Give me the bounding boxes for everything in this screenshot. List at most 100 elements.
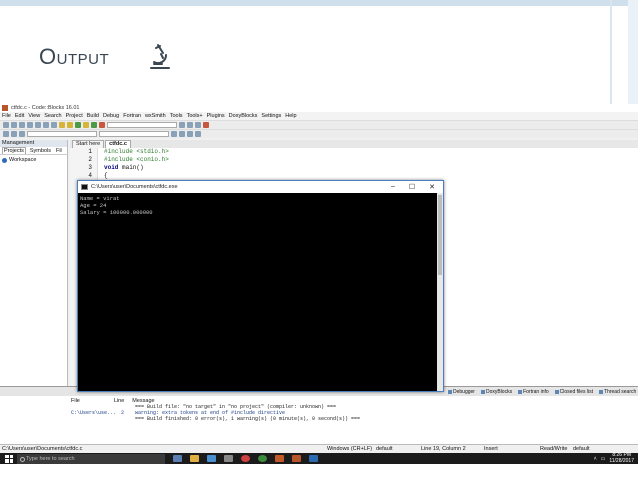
- step-into-icon[interactable]: [195, 122, 201, 128]
- replace-icon[interactable]: [67, 122, 73, 128]
- copy-icon[interactable]: [43, 122, 49, 128]
- log-tab[interactable]: Debugger: [448, 389, 475, 395]
- line-number: 2: [88, 156, 92, 163]
- menu-tools-plus[interactable]: Tools+: [187, 113, 203, 119]
- line-number: 1: [88, 148, 92, 155]
- tab-projects[interactable]: Projects: [2, 147, 26, 154]
- console-scrollbar[interactable]: [437, 193, 443, 391]
- status-path: C:\Users\user\Documents\ctfdc.c: [2, 446, 83, 452]
- save-all-icon[interactable]: [27, 122, 33, 128]
- menu-debug[interactable]: Debug: [103, 113, 119, 119]
- log-tab[interactable]: DoxyBlocks: [481, 389, 512, 395]
- menu-doxyblocks[interactable]: DoxyBlocks: [229, 113, 258, 119]
- highlight-icon[interactable]: [187, 131, 193, 137]
- paste-icon[interactable]: [51, 122, 57, 128]
- keyword: void: [104, 164, 119, 171]
- new-file-icon[interactable]: [3, 122, 9, 128]
- app-icon[interactable]: [224, 455, 233, 462]
- menu-tools[interactable]: Tools: [170, 113, 183, 119]
- console-line: Name = virat: [80, 195, 120, 202]
- task-view-icon[interactable]: [173, 455, 182, 462]
- log-tab[interactable]: Fortran info: [518, 389, 549, 395]
- file-explorer-icon[interactable]: [190, 455, 199, 462]
- scrollbar-thumb[interactable]: [438, 195, 442, 275]
- management-header: Management: [0, 140, 67, 147]
- bookmark-icon[interactable]: [19, 131, 25, 137]
- stop-debug-icon[interactable]: [203, 122, 209, 128]
- save-icon[interactable]: [19, 122, 25, 128]
- tab-start-here[interactable]: Start here: [72, 140, 105, 148]
- workspace-label: Workspace: [9, 157, 37, 163]
- menu-plugins[interactable]: Plugins: [207, 113, 225, 119]
- workspace-node[interactable]: Workspace: [0, 155, 67, 165]
- toolbar-row-1: [0, 120, 638, 129]
- taskbar-search[interactable]: Type here to search: [17, 453, 165, 464]
- minimize-icon[interactable]: –: [391, 183, 395, 191]
- windows-taskbar: Type here to search ˄ ▭ 8:26 PM 11/28/20…: [0, 452, 638, 464]
- code-line: #include <conio.h>: [104, 156, 169, 163]
- line-number: 3: [88, 164, 92, 171]
- debug-icon[interactable]: [179, 122, 185, 128]
- line-number: 4: [88, 172, 92, 179]
- menu-settings[interactable]: Settings: [261, 113, 281, 119]
- jump-back-icon[interactable]: [3, 131, 9, 137]
- tray-arrow-icon[interactable]: ˄: [594, 456, 597, 462]
- menu-file[interactable]: File: [2, 113, 11, 119]
- log-tab[interactable]: Thread search: [599, 389, 636, 395]
- maximize-icon[interactable]: ☐: [409, 183, 415, 191]
- chrome-icon[interactable]: [258, 455, 267, 462]
- menu-build[interactable]: Build: [87, 113, 99, 119]
- jump-forward-icon[interactable]: [11, 131, 17, 137]
- function-select[interactable]: [99, 131, 169, 137]
- management-tabs: Projects Symbols Fil: [0, 147, 67, 155]
- tab-ctfdc[interactable]: ctfdc.c: [105, 140, 131, 148]
- abort-icon[interactable]: [99, 122, 105, 128]
- opera-icon[interactable]: [241, 455, 250, 462]
- tab-files[interactable]: Fil: [55, 148, 63, 154]
- window-controls: – ☐ ✕: [391, 183, 443, 191]
- run-icon[interactable]: [75, 122, 81, 128]
- match-case-icon[interactable]: [171, 131, 177, 137]
- menu-project[interactable]: Project: [66, 113, 83, 119]
- logs-panel: Debugger DoxyBlocks Fortran info Closed …: [0, 386, 638, 444]
- close-icon[interactable]: ✕: [429, 183, 435, 191]
- store-icon[interactable]: [207, 455, 216, 462]
- status-eol: Windows (CR+LF): [327, 446, 373, 452]
- powerpoint-icon[interactable]: [275, 455, 284, 462]
- menu-view[interactable]: View: [28, 113, 40, 119]
- management-panel: Management Projects Symbols Fil Workspac…: [0, 140, 68, 386]
- console-titlebar: C:\Users\user\Documents\ctfdc.exe – ☐ ✕: [78, 181, 443, 193]
- step-icon[interactable]: [187, 122, 193, 128]
- build-run-icon[interactable]: [91, 122, 97, 128]
- logs-rows: === Build file: "no target" in "no proje…: [0, 404, 638, 422]
- console-title: C:\Users\user\Documents\ctfdc.exe: [91, 184, 178, 190]
- open-icon[interactable]: [11, 122, 17, 128]
- build-target-select[interactable]: [107, 122, 177, 128]
- regex-icon[interactable]: [179, 131, 185, 137]
- top-rule: [0, 0, 638, 6]
- clock[interactable]: 8:26 PM 11/28/2017: [609, 452, 634, 464]
- status-bar: C:\Users\user\Documents\ctfdc.c Windows …: [0, 444, 638, 453]
- find-icon[interactable]: [59, 122, 65, 128]
- console-icon: [81, 184, 88, 190]
- codeblocks-titlebar: ctfdc.c - Code::Blocks 16.01: [0, 104, 638, 112]
- console-window[interactable]: C:\Users\user\Documents\ctfdc.exe – ☐ ✕ …: [77, 180, 444, 392]
- log-tab[interactable]: Closed files list: [555, 389, 593, 395]
- start-button[interactable]: [5, 454, 13, 463]
- tab-symbols[interactable]: Symbols: [29, 148, 52, 154]
- codeblocks-icon: [2, 105, 8, 111]
- menu-wxsmith[interactable]: wxSmith: [145, 113, 166, 119]
- log-row[interactable]: === Build finished: 0 error(s), 1 warnin…: [0, 416, 638, 422]
- cut-icon[interactable]: [35, 122, 41, 128]
- network-icon[interactable]: ▭: [601, 456, 606, 462]
- menu-edit[interactable]: Edit: [15, 113, 24, 119]
- menu-fortran[interactable]: Fortran: [123, 113, 141, 119]
- zoom-icon[interactable]: [195, 131, 201, 137]
- build-icon[interactable]: [83, 122, 89, 128]
- console-task-icon[interactable]: [309, 455, 318, 462]
- codeblocks-task-icon[interactable]: [292, 455, 301, 462]
- code-area[interactable]: #include <stdio.h> #include <conio.h> vo…: [104, 148, 169, 180]
- menu-help[interactable]: Help: [285, 113, 296, 119]
- menu-search[interactable]: Search: [44, 113, 61, 119]
- scope-select[interactable]: [27, 131, 97, 137]
